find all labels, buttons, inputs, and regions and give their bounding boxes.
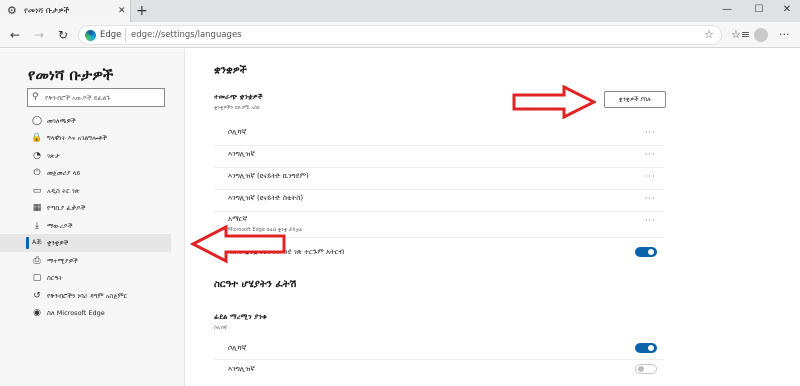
more-options-icon[interactable]: ··· (645, 216, 656, 226)
back-button[interactable]: ← (7, 27, 23, 43)
red-arrow-left-icon (190, 224, 286, 264)
favorite-star-icon[interactable]: ☆ (704, 28, 714, 42)
sidebar-item[interactable]: ↺ የቅንብሮችን ነባሪ ዳግም አስጀምር (0, 287, 185, 305)
site-permissions-icon: ▦ (32, 203, 42, 213)
edge-icon: ◉ (33, 308, 41, 318)
forward-button[interactable]: → (31, 27, 47, 43)
sidebar-item-label: ገጽታ (47, 152, 60, 160)
language-item: ሶሊሻኛ (228, 128, 247, 136)
sidebar-item-label: ስርዓት (47, 274, 63, 282)
lock-icon: 🔒 (31, 133, 43, 143)
sidebar-item[interactable]: ◔ ገጽታ (0, 147, 185, 165)
search-placeholder: የቅንብሮች አውዶች ይፈልጉ (45, 94, 111, 102)
sidebar-item-label: መገለጫዎች (47, 117, 76, 125)
tab-title: የመነሻ ቡታዎች (24, 6, 70, 15)
address-bar[interactable]: Edge edge://settings/languages ☆ (78, 25, 722, 45)
collections-icon[interactable]: ☆≡ (731, 27, 750, 43)
sidebar-item[interactable]: ◉ ስለ Microsoft Edge (0, 304, 185, 322)
profile-icon: ◯ (31, 116, 43, 126)
settings-sidebar: የመነሻ ቡታዎች ⚲ የቅንብሮች አውዶች ይፈልጉ ◯ መገለጫዎች 🔒 ግላዊ… (0, 49, 185, 386)
preferred-languages-label: ተመራጭ ቋንቋዎች (214, 93, 263, 101)
spellcheck-sub: ሶሊሻኛ (214, 325, 228, 331)
new-tab-button[interactable]: + (136, 3, 148, 19)
sidebar-item[interactable]: ⏻ መጀመሪያ ላይ (0, 164, 185, 182)
more-options-icon[interactable]: ··· (645, 128, 656, 138)
toggle-knob (648, 345, 654, 351)
divider (214, 145, 664, 146)
red-arrow-right-icon (512, 85, 596, 119)
selected-indicator (26, 237, 29, 249)
divider (214, 167, 664, 168)
close-window-button[interactable]: ✕ (772, 2, 800, 18)
settings-main: ቋንቋዎች ተመራጭ ቋንቋዎች ቋንቋዎችን በድጋሚ አስከ ቋንቋዎች ያ… (186, 49, 800, 386)
add-languages-button[interactable]: ቋንቋዎች ያክሉ (604, 91, 666, 108)
spell-language-toggle[interactable] (635, 364, 657, 374)
sidebar-item[interactable]: ⤓ ማውረዶች (0, 217, 185, 235)
divider (214, 359, 664, 360)
sidebar-item[interactable]: ▭ አዲስ ትር ገጽ (0, 182, 185, 200)
edge-logo-icon (85, 30, 96, 41)
sidebar-item-label: ማውረዶች (47, 222, 73, 230)
printer-icon: ⎙ (33, 256, 41, 266)
gear-icon: ⚙ (7, 4, 17, 17)
languages-heading: ቋንቋዎች (214, 65, 247, 76)
menu-icon[interactable]: ··· (779, 27, 790, 43)
language-item: እንግሊዝኛ (ዩናይትድ ስቴትስ) (228, 194, 304, 202)
sidebar-item-label: የጣቢያ ፈቃዶች (47, 204, 86, 212)
address-separator (125, 29, 126, 42)
close-icon[interactable]: ✕ (118, 4, 126, 18)
sidebar-item-label: አዲስ ትር ገጽ (47, 187, 80, 195)
spellcheck-label: ፊደል ማረሚን ያንቁ (214, 313, 267, 321)
refresh-button[interactable]: ↻ (55, 27, 71, 43)
tab-strip: ⚙ የመነሻ ቡታዎች ✕ + — ☐ ✕ (0, 0, 800, 22)
languages-icon: Aあ (31, 239, 43, 246)
spell-language-toggle[interactable] (635, 343, 657, 353)
sidebar-item[interactable]: 🔒 ግላዊነት እና አገልግሎቶች (0, 129, 185, 147)
language-item: እንግሊዝኛ (228, 150, 255, 158)
appearance-icon: ◔ (33, 151, 41, 161)
more-options-icon[interactable]: ··· (645, 150, 656, 160)
search-icon: ⚲ (32, 92, 39, 102)
newtab-icon: ▭ (32, 186, 42, 196)
minimize-button[interactable]: — (712, 2, 742, 18)
spell-language-item: ሶሊሻኛ (228, 344, 247, 352)
sidebar-item[interactable]: ▢ ስርዓት (0, 269, 185, 287)
system-icon: ▢ (32, 273, 42, 283)
sidebar-item-label: ቋንቋዎች (47, 239, 69, 247)
sidebar-item-label: የቅንብሮችን ነባሪ ዳግም አስጀምር (47, 292, 128, 300)
preferred-languages-sub: ቋንቋዎችን በድጋሚ አስከ (214, 105, 260, 111)
tab-settings[interactable]: ⚙ የመነሻ ቡታዎች ✕ (0, 0, 131, 22)
sidebar-item[interactable]: ⎙ ማተሚያዎች (0, 252, 185, 270)
translate-offer-toggle[interactable] (635, 247, 657, 257)
reset-icon: ↺ (33, 291, 41, 301)
spell-language-item: እንግሊዝኛ (228, 365, 255, 373)
sidebar-title: የመነሻ ቡታዎች (28, 66, 114, 84)
more-options-icon[interactable]: ··· (645, 194, 656, 204)
power-icon: ⏻ (33, 168, 41, 178)
sidebar-item[interactable]: ▦ የጣቢያ ፈቃዶች (0, 199, 185, 217)
sidebar-item-label: ስለ Microsoft Edge (47, 309, 105, 317)
browser-toolbar: ← → ↻ Edge edge://settings/languages ☆ ☆… (0, 22, 800, 48)
spellcheck-heading: ስርዓተ ሆሄያትን ፈትሽ (214, 279, 297, 290)
profile-avatar[interactable] (754, 28, 768, 42)
sidebar-item-label: ማተሚያዎች (47, 257, 78, 265)
address-url[interactable]: edge://settings/languages (131, 29, 242, 42)
divider (214, 211, 664, 212)
toggle-knob (648, 249, 654, 255)
more-options-icon[interactable]: ··· (645, 172, 656, 182)
divider (214, 189, 664, 190)
settings-search-input[interactable]: ⚲ የቅንብሮች አውዶች ይፈልጉ (27, 88, 165, 107)
toggle-knob (638, 366, 644, 372)
sidebar-item[interactable]: Aあ ቋንቋዎች (0, 234, 171, 252)
language-item: እንግሊዝኛ (ዩናይትድ ኪንግደም) (228, 172, 309, 180)
sidebar-item-label: ግላዊነት እና አገልግሎቶች (47, 134, 107, 142)
address-brand: Edge (100, 30, 122, 40)
maximize-button[interactable]: ☐ (744, 2, 774, 18)
sidebar-item[interactable]: ◯ መገለጫዎች (0, 112, 185, 130)
download-icon: ⤓ (35, 221, 39, 231)
sidebar-item-label: መጀመሪያ ላይ (47, 169, 81, 177)
